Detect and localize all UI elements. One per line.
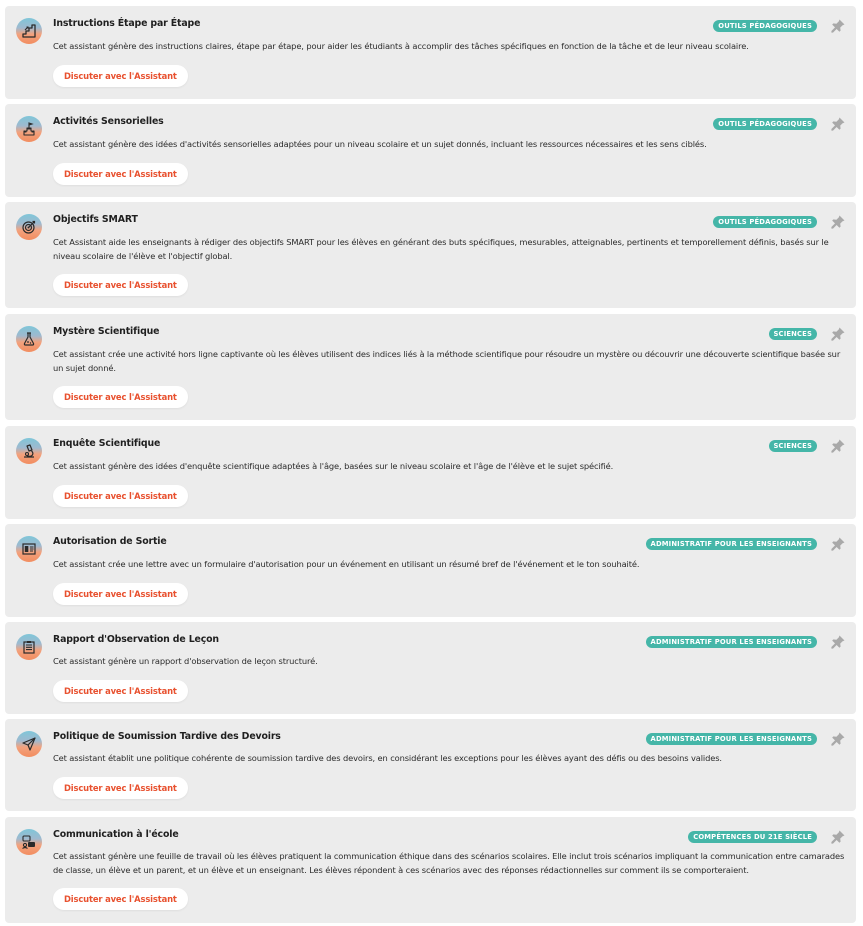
card-title: Enquête Scientifique xyxy=(53,438,161,449)
target-icon xyxy=(16,214,42,240)
assistant-card: Objectifs SMART OUTILS PÉDAGOGIQUES Cet … xyxy=(5,202,856,308)
category-badge: SCIENCES xyxy=(768,440,817,452)
chat-with-assistant-button[interactable]: Discuter avec l'Assistant xyxy=(53,888,188,910)
card-description: Cet assistant crée une activité hors lig… xyxy=(53,349,841,373)
chat-with-assistant-button[interactable]: Discuter avec l'Assistant xyxy=(53,274,188,296)
assistant-card: Instructions Étape par Étape OUTILS PÉDA… xyxy=(5,6,856,99)
stairs-icon xyxy=(16,18,42,44)
chat-with-assistant-button[interactable]: Discuter avec l'Assistant xyxy=(53,777,188,799)
category-badge: ADMINISTRATIF POUR LES ENSEIGNANTS xyxy=(645,636,817,648)
card-description: Cet Assistant aide les enseignants à réd… xyxy=(53,237,829,261)
report-icon xyxy=(16,634,42,660)
pin-icon[interactable] xyxy=(830,731,846,747)
chat-with-assistant-button[interactable]: Discuter avec l'Assistant xyxy=(53,386,188,408)
pin-icon[interactable] xyxy=(830,116,846,132)
chat-with-assistant-button[interactable]: Discuter avec l'Assistant xyxy=(53,680,188,702)
pin-icon[interactable] xyxy=(830,18,846,34)
category-badge: OUTILS PÉDAGOGIQUES xyxy=(713,216,817,228)
category-badge: ADMINISTRATIF POUR LES ENSEIGNANTS xyxy=(645,538,817,550)
sand-castle-icon xyxy=(16,116,42,142)
category-badge: COMPÉTENCES DU 21E SIÈCLE xyxy=(688,831,817,843)
card-description: Cet assistant crée une lettre avec un fo… xyxy=(53,559,640,569)
paper-plane-icon xyxy=(16,731,42,757)
assistant-card: Politique de Soumission Tardive des Devo… xyxy=(5,719,856,811)
assistant-card: Autorisation de Sortie ADMINISTRATIF POU… xyxy=(5,524,856,617)
pin-icon[interactable] xyxy=(830,438,846,454)
assistant-card: Activités Sensorielles OUTILS PÉDAGOGIQU… xyxy=(5,104,856,197)
pin-icon[interactable] xyxy=(830,326,846,342)
chat-with-assistant-button[interactable]: Discuter avec l'Assistant xyxy=(53,583,188,605)
microscope-icon xyxy=(16,438,42,464)
card-title: Politique de Soumission Tardive des Devo… xyxy=(53,731,281,742)
card-description: Cet assistant génère des instructions cl… xyxy=(53,41,749,51)
assistant-card: Mystère Scientifique SCIENCES Cet assist… xyxy=(5,314,856,420)
card-title: Activités Sensorielles xyxy=(53,116,164,127)
pin-icon[interactable] xyxy=(830,634,846,650)
category-badge: SCIENCES xyxy=(768,328,817,340)
chat-with-assistant-button[interactable]: Discuter avec l'Assistant xyxy=(53,485,188,507)
assistant-card: Rapport d'Observation de Leçon ADMINISTR… xyxy=(5,622,856,714)
card-description: Cet assistant génère des idées d'enquête… xyxy=(53,461,614,471)
category-badge: OUTILS PÉDAGOGIQUES xyxy=(713,20,817,32)
card-title: Autorisation de Sortie xyxy=(53,536,167,547)
card-description: Cet assistant établit une politique cohé… xyxy=(53,753,722,763)
card-title: Instructions Étape par Étape xyxy=(53,18,201,29)
card-description: Cet assistant génère des idées d'activit… xyxy=(53,139,707,149)
assistant-list: Instructions Étape par Étape OUTILS PÉDA… xyxy=(0,0,863,926)
card-description: Cet assistant génère un rapport d'observ… xyxy=(53,656,318,666)
conversation-icon xyxy=(16,829,42,855)
chat-with-assistant-button[interactable]: Discuter avec l'Assistant xyxy=(53,163,188,185)
assistant-card: Enquête Scientifique SCIENCES Cet assist… xyxy=(5,426,856,519)
card-description: Cet assistant génère une feuille de trav… xyxy=(53,851,845,875)
pin-icon[interactable] xyxy=(830,214,846,230)
pin-icon[interactable] xyxy=(830,536,846,552)
card-title: Objectifs SMART xyxy=(53,214,138,225)
assistant-card: Communication à l'école COMPÉTENCES DU 2… xyxy=(5,817,856,923)
card-title: Communication à l'école xyxy=(53,829,179,840)
card-title: Rapport d'Observation de Leçon xyxy=(53,634,219,645)
flask-icon xyxy=(16,326,42,352)
permission-form-icon xyxy=(16,536,42,562)
card-title: Mystère Scientifique xyxy=(53,326,160,337)
pin-icon[interactable] xyxy=(830,829,846,845)
category-badge: ADMINISTRATIF POUR LES ENSEIGNANTS xyxy=(645,733,817,745)
category-badge: OUTILS PÉDAGOGIQUES xyxy=(713,118,817,130)
chat-with-assistant-button[interactable]: Discuter avec l'Assistant xyxy=(53,65,188,87)
